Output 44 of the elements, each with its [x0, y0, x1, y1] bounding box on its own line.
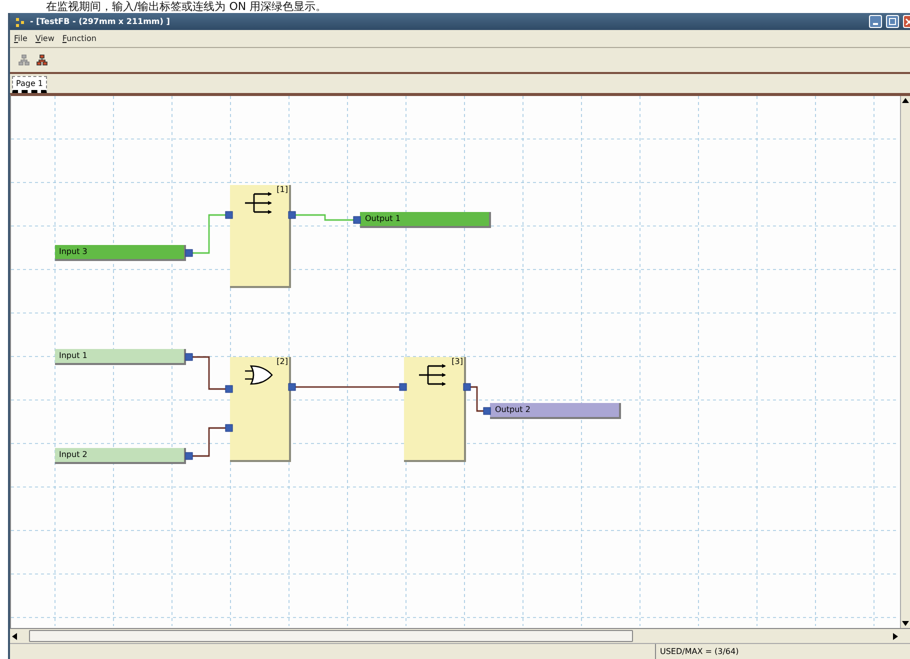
page-tab[interactable]: Page 1	[12, 76, 47, 93]
function-block[interactable]	[230, 185, 291, 288]
port-connector[interactable]	[288, 383, 296, 391]
input-tag[interactable]: Input 3	[55, 245, 186, 261]
menu-item[interactable]: View	[35, 34, 54, 43]
window-title: - [TestFB - (297mm x 211mm) ]	[30, 17, 171, 26]
menu-item[interactable]: Function	[62, 34, 96, 43]
port-connector[interactable]	[483, 407, 491, 415]
block-number: [3]	[452, 357, 463, 366]
caption-text: 在监视期间，输入/输出标签或连线为 ON 用深绿色显示。	[46, 0, 327, 13]
port-connector[interactable]	[399, 383, 407, 391]
port-connector[interactable]	[225, 385, 233, 393]
function-block[interactable]	[230, 357, 291, 462]
block-number: [1]	[276, 185, 288, 194]
scrollbar-thumb[interactable]	[29, 630, 633, 642]
menu-item[interactable]: File	[14, 34, 28, 43]
close-button[interactable]	[903, 15, 910, 28]
network-icon[interactable]	[36, 54, 48, 66]
input-tag[interactable]: Input 2	[55, 448, 186, 464]
port-connector[interactable]	[463, 383, 471, 391]
or-gate-icon	[244, 363, 274, 387]
maximize-button[interactable]	[886, 15, 899, 28]
usage-status: USED/MAX = (3/64)	[655, 644, 910, 659]
input-tag[interactable]: Input 1	[55, 349, 186, 365]
minimize-button[interactable]	[869, 15, 882, 28]
port-connector[interactable]	[185, 249, 193, 257]
output-tag[interactable]: Output 1	[360, 212, 491, 228]
app-icon	[14, 16, 26, 28]
port-connector[interactable]	[225, 211, 233, 219]
function-block[interactable]	[404, 357, 466, 462]
maximize-icon	[889, 18, 896, 25]
port-connector[interactable]	[353, 216, 361, 224]
scroll-up-icon[interactable]	[901, 96, 910, 105]
scroll-right-icon[interactable]	[891, 632, 900, 640]
branch-arrows-icon	[244, 191, 274, 215]
port-connector[interactable]	[288, 211, 296, 219]
block-number: [2]	[276, 357, 288, 366]
scroll-left-icon[interactable]	[10, 632, 19, 640]
close-icon	[904, 18, 910, 25]
output-tag[interactable]: Output 2	[490, 403, 621, 419]
port-connector[interactable]	[225, 424, 233, 432]
branch-arrows-icon	[418, 363, 448, 387]
port-connector[interactable]	[185, 353, 193, 361]
port-connector[interactable]	[185, 452, 193, 460]
